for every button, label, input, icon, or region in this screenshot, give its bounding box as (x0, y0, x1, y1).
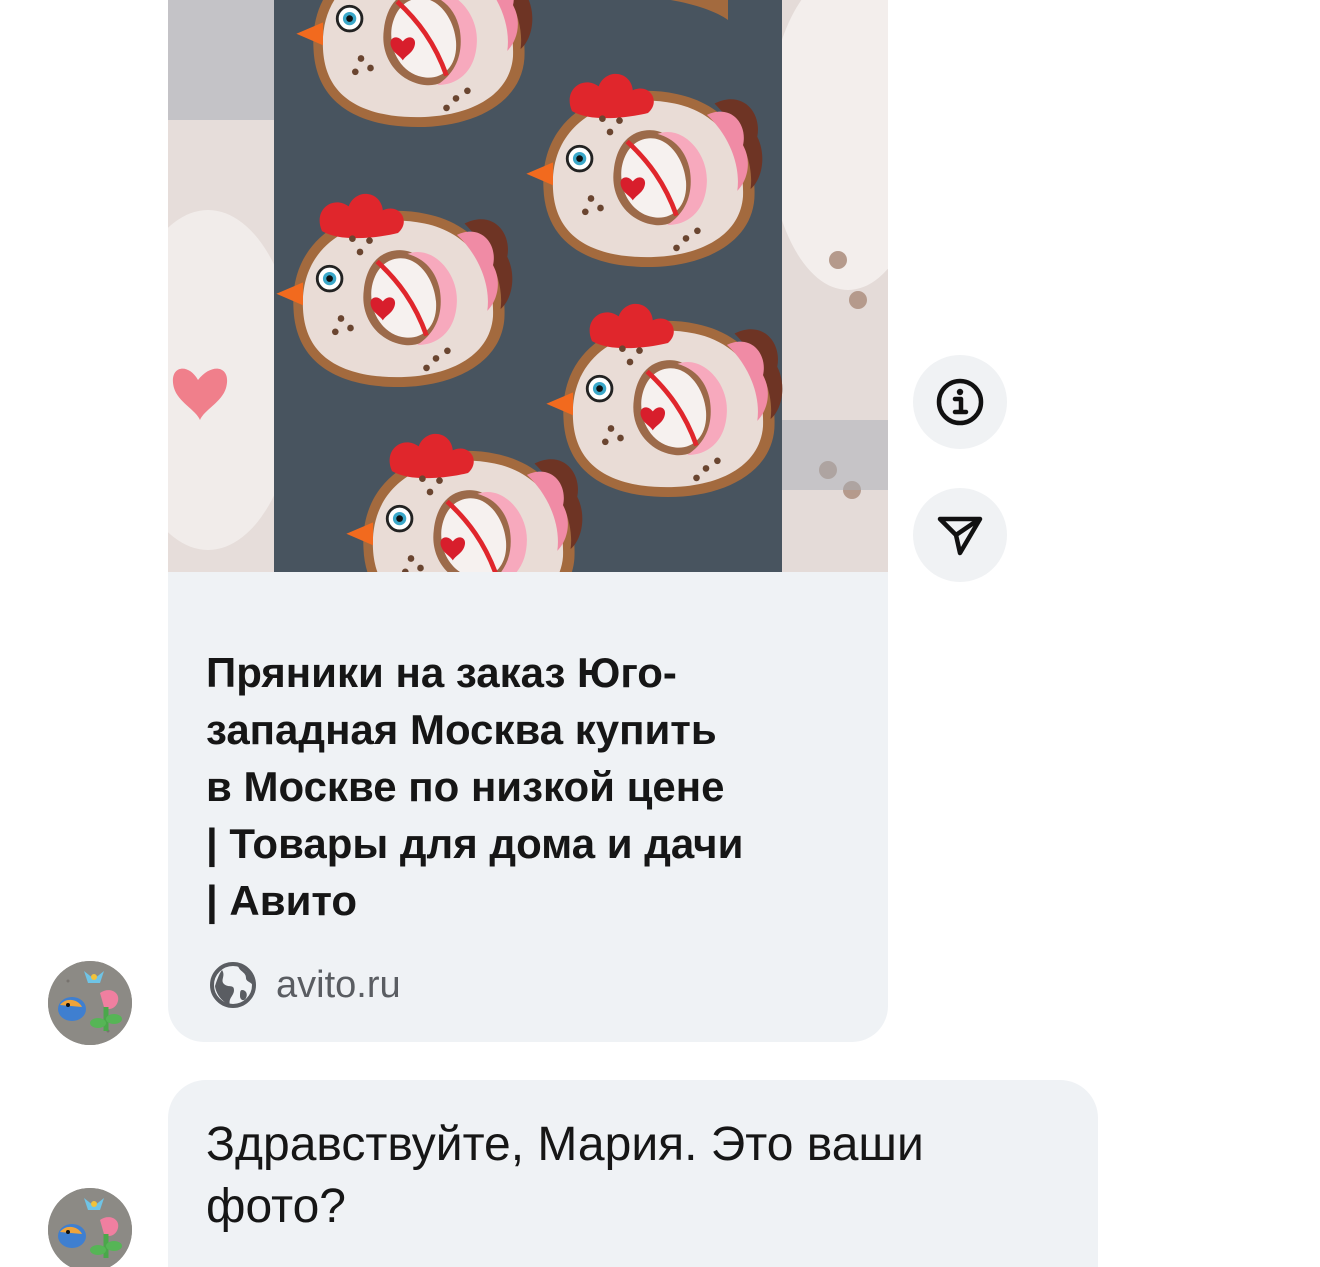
share-icon (937, 516, 983, 556)
link-domain[interactable]: avito.ru (208, 960, 401, 1010)
domain-text: avito.ru (276, 963, 401, 1006)
info-button[interactable] (913, 355, 1007, 449)
share-button[interactable] (913, 488, 1007, 582)
avatar[interactable] (48, 961, 132, 1045)
chat-thread: Пряники на заказ Юго- западная Москва ку… (0, 0, 1320, 1267)
message-text: Здравствуйте, Мария. Это ваши фото? (206, 1118, 924, 1233)
avatar[interactable] (48, 1188, 132, 1267)
preview-image[interactable] (168, 0, 888, 572)
globe-icon (210, 962, 256, 1008)
info-icon (936, 378, 984, 426)
card-text: Пряники на заказ Юго- западная Москва ку… (206, 644, 856, 929)
link-title[interactable]: Пряники на заказ Юго- западная Москва ку… (206, 644, 856, 929)
message-bubble[interactable]: Здравствуйте, Мария. Это ваши фото? (168, 1080, 1098, 1267)
link-preview-card[interactable]: Пряники на заказ Юго- западная Москва ку… (168, 0, 888, 1042)
